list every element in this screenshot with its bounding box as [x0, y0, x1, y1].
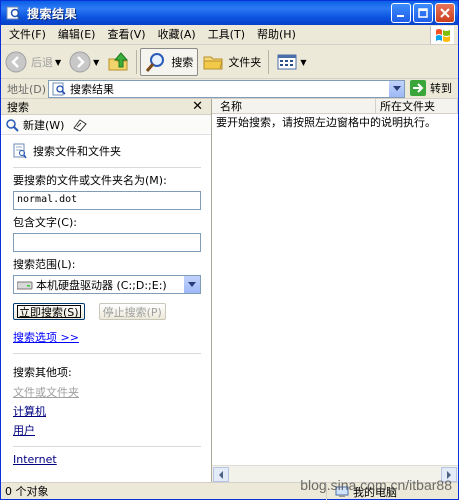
maximize-icon — [418, 8, 428, 18]
other-computers-link[interactable]: 计算机 — [13, 403, 201, 419]
search-pane-title: 搜索 — [7, 100, 29, 114]
close-button[interactable] — [435, 3, 455, 23]
pane-close-icon[interactable]: ✕ — [192, 99, 203, 114]
results-pane: 名称 所在文件夹 要开始搜索，请按照左边窗格中的说明执行。 — [212, 99, 458, 482]
toolbar-separator — [136, 50, 138, 74]
section-divider — [13, 446, 201, 447]
views-icon — [277, 54, 297, 70]
back-dropdown-icon[interactable]: ▼ — [55, 58, 61, 67]
maximize-button[interactable] — [413, 3, 433, 23]
search-pane-header: 搜索 ✕ — [1, 99, 211, 115]
explorer-window: 搜索结果 文件(F) 编辑(E) 查看(V) 收藏(A) 工具(T) 帮助(H) — [0, 0, 459, 500]
document-search-icon — [13, 143, 27, 159]
go-arrow-icon — [410, 80, 426, 96]
look-in-label: 搜索范围(L): — [13, 258, 76, 271]
watermark: blog.sina.com.cn/itbar88 — [300, 477, 452, 493]
scroll-left-button[interactable] — [213, 467, 229, 482]
folders-button[interactable]: 文件夹 — [198, 48, 265, 76]
folder-up-icon — [108, 52, 129, 71]
windows-logo — [430, 26, 454, 44]
search-magnifier-icon — [146, 53, 165, 72]
back-button[interactable]: 后退 ▼ — [1, 48, 65, 76]
results-column-headers: 名称 所在文件夹 — [212, 99, 458, 114]
address-value: 搜索结果 — [70, 83, 114, 96]
minimize-button[interactable] — [391, 3, 411, 23]
toolbar-separator — [268, 50, 270, 74]
other-people-link[interactable]: 用户 — [13, 422, 201, 438]
menu-edit[interactable]: 编辑(E) — [52, 26, 102, 44]
back-arrow-icon — [5, 51, 27, 73]
address-bar: 地址(D) 搜索结果 转到 — [1, 79, 458, 99]
back-label: 后退 — [31, 56, 53, 69]
look-in-value: 本机硬盘驱动器 (C:;D:;E:) — [36, 278, 167, 292]
address-dropdown[interactable] — [388, 81, 404, 97]
search-window-icon — [6, 6, 22, 20]
stop-search-label: 停止搜索(P) — [102, 305, 162, 319]
address-label: 地址(D) — [7, 82, 47, 96]
contains-text-label: 包含文字(C): — [13, 216, 77, 229]
other-internet-link[interactable]: Internet — [13, 453, 201, 466]
menu-file[interactable]: 文件(F) — [3, 26, 52, 44]
other-search-title: 搜索其他项: — [13, 366, 72, 379]
folders-label: 文件夹 — [228, 56, 262, 69]
contains-text-input[interactable] — [13, 233, 201, 252]
close-icon — [440, 8, 450, 18]
forward-arrow-icon — [69, 51, 91, 73]
new-search-label: 新建(W) — [23, 118, 65, 132]
new-search-button[interactable]: 新建(W) — [1, 116, 68, 134]
look-in-select[interactable]: 本机硬盘驱动器 (C:;D:;E:) — [13, 275, 201, 294]
search-files-section: 搜索文件和文件夹 — [13, 143, 201, 159]
menu-tools[interactable]: 工具(T) — [202, 26, 251, 44]
chevron-down-icon — [188, 281, 196, 287]
search-now-label: 立即搜索(S) — [17, 305, 81, 319]
window-title: 搜索结果 — [27, 6, 78, 21]
forward-dropdown-icon[interactable]: ▼ — [93, 58, 99, 67]
folder-icon — [203, 56, 223, 70]
chevron-left-icon — [219, 470, 223, 479]
search-results-icon — [52, 82, 66, 96]
search-pane: 搜索 ✕ 新建(W) 搜索文件和文件夹 要搜索的文件或文件夹名为(M): nor… — [1, 99, 212, 482]
standard-toolbar: 后退 ▼ ▼ 搜索 文件夹 ▼ — [1, 46, 458, 79]
column-in-folder[interactable]: 所在文件夹 — [376, 99, 458, 114]
menu-help[interactable]: 帮助(H) — [251, 26, 302, 44]
stop-search-button[interactable]: 停止搜索(P) — [98, 303, 166, 320]
section-divider — [13, 167, 201, 168]
assistant-icon — [73, 118, 88, 132]
other-files-folders-link[interactable]: 文件或文件夹 — [13, 384, 201, 400]
section-divider — [13, 353, 201, 354]
menu-favorites[interactable]: 收藏(A) — [152, 26, 202, 44]
views-button[interactable]: ▼ — [272, 48, 310, 76]
search-files-title: 搜索文件和文件夹 — [33, 145, 121, 158]
filename-input[interactable]: normal.dot — [13, 191, 201, 210]
go-button[interactable]: 转到 — [410, 80, 452, 96]
search-pane-toolbar: 新建(W) — [1, 115, 211, 135]
look-in-dropdown[interactable] — [184, 276, 200, 293]
up-button[interactable] — [103, 48, 133, 76]
hard-drive-icon — [17, 281, 33, 290]
column-name[interactable]: 名称 — [212, 99, 376, 114]
search-assistant-button[interactable] — [68, 116, 92, 134]
search-button[interactable]: 搜索 — [140, 48, 199, 76]
search-options-link[interactable]: 搜索选项 >> — [13, 329, 201, 345]
title-bar[interactable]: 搜索结果 — [1, 1, 458, 25]
address-input[interactable]: 搜索结果 — [48, 80, 405, 98]
new-search-icon — [6, 118, 19, 132]
status-object-count: 0 个对象 — [5, 483, 327, 500]
views-dropdown-icon[interactable]: ▼ — [300, 58, 306, 67]
results-hint: 要开始搜索，请按照左边窗格中的说明执行。 — [216, 116, 436, 129]
menu-bar: 文件(F) 编辑(E) 查看(V) 收藏(A) 工具(T) 帮助(H) — [1, 25, 458, 45]
windows-flag-icon — [435, 29, 450, 42]
menu-view[interactable]: 查看(V) — [101, 26, 151, 44]
filename-label: 要搜索的文件或文件夹名为(M): — [13, 174, 167, 187]
forward-button[interactable]: ▼ — [65, 48, 103, 76]
chevron-down-icon — [392, 86, 401, 91]
go-label: 转到 — [430, 82, 452, 95]
search-label: 搜索 — [171, 56, 194, 69]
search-now-button[interactable]: 立即搜索(S) — [13, 303, 85, 320]
minimize-icon — [397, 15, 404, 17]
